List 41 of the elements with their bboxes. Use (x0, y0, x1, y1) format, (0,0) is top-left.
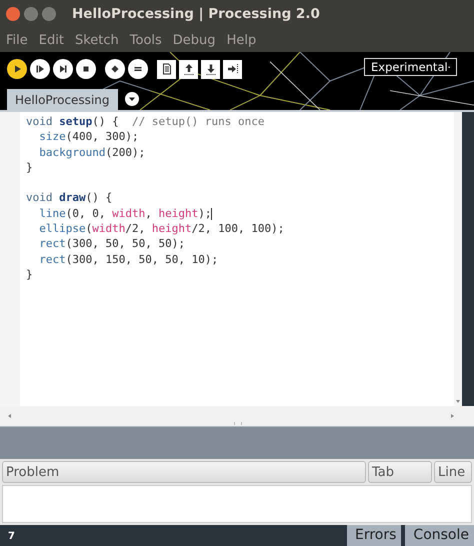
toolbar-button[interactable] (157, 60, 176, 78)
toolbar-button[interactable] (179, 60, 198, 78)
menu-item[interactable]: Help (226, 32, 256, 48)
line-number: 7 (7, 530, 15, 544)
sketch-tab[interactable]: HelloProcessing (7, 89, 118, 110)
close-icon[interactable] (6, 7, 20, 21)
toolbar-button[interactable] (223, 60, 242, 78)
column-header[interactable]: Line (434, 461, 472, 483)
column-header[interactable]: Tab (368, 461, 432, 483)
code-line: background(200); (38, 146, 146, 159)
code-line: void draw() { (26, 191, 112, 204)
vertical-scrollbar[interactable] (454, 112, 474, 406)
code-line: line(0, 0, width, height); (38, 206, 212, 220)
window-title: HelloProcessing | Processing 2.0 (72, 6, 320, 22)
code-line: } (26, 268, 33, 281)
column-header[interactable]: Problem (2, 461, 366, 483)
scroll-down-icon[interactable] (456, 400, 460, 403)
panel-tab[interactable]: Errors (347, 525, 402, 546)
scroll-right-icon[interactable] (451, 414, 454, 418)
splitter-handle[interactable] (234, 422, 242, 425)
code-line: size(400, 300); (38, 130, 139, 144)
code-line: } (26, 160, 33, 174)
scroll-left-icon[interactable] (8, 414, 11, 418)
menu-item[interactable]: Sketch (74, 32, 119, 48)
menu-item[interactable]: Debug (172, 32, 216, 48)
code-line: rect(300, 150, 50, 50, 10); (38, 252, 218, 266)
menu-item[interactable]: Tools (130, 32, 162, 48)
mode-dropdown[interactable]: Experimental (364, 58, 457, 76)
tab-menu-button[interactable] (124, 92, 138, 106)
menu-item[interactable]: File (6, 32, 28, 48)
download-icon (204, 62, 218, 76)
panel-tab[interactable]: Console (405, 525, 474, 546)
menu-item[interactable]: Edit (38, 32, 64, 48)
code-line: rect(300, 50, 50, 50); (38, 237, 185, 250)
minimize-icon[interactable] (24, 7, 38, 21)
code-line: ellipse(width/2, height/2, 100, 100); (38, 222, 284, 236)
toolbar-button[interactable] (201, 60, 220, 78)
maximize-icon[interactable] (42, 7, 56, 21)
upload-icon (182, 62, 196, 76)
export-icon (226, 62, 240, 76)
code-line: void setup() { // setup() runs once (26, 115, 264, 128)
